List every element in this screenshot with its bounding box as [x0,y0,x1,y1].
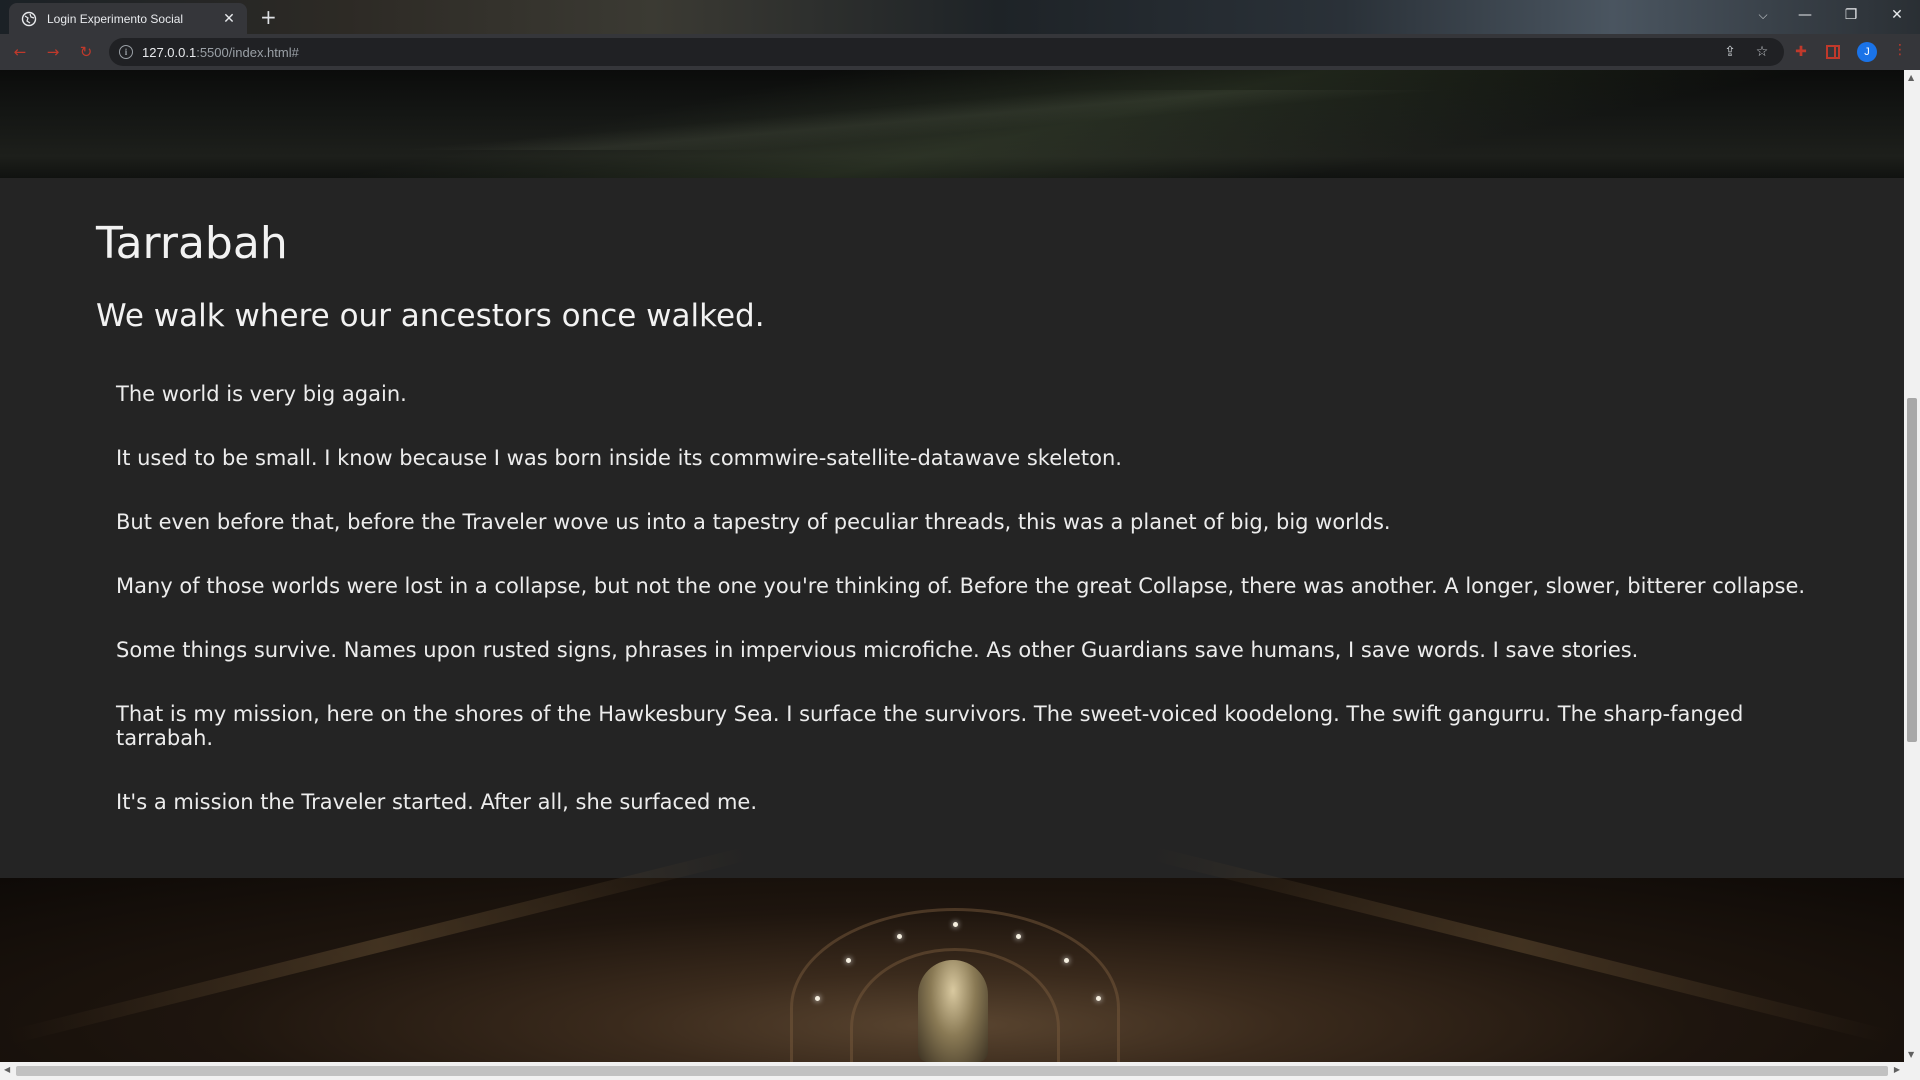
article-body: The world is very big again. It used to … [116,382,1846,854]
ceiling-light [815,996,820,1001]
window-controls: — ❐ ✕ [1782,0,1920,30]
hero-light-streak [320,90,1520,150]
url-text: 127.0.0.1:5500/index.html# [142,45,299,60]
forward-arrow-icon[interactable]: → [41,41,65,63]
article-subtitle: We walk where our ancestors once walked. [96,298,765,334]
vertical-scroll-thumb[interactable] [1907,398,1917,742]
central-statue [918,960,988,1062]
close-window-button[interactable]: ✕ [1874,0,1920,30]
article-title: Tarrabah [96,218,288,269]
ceiling-light [1064,958,1069,963]
site-info-icon[interactable]: i [119,45,133,59]
close-tab-icon[interactable]: ✕ [219,11,239,27]
ceiling-light [897,934,902,939]
back-arrow-icon[interactable]: ← [8,41,32,63]
address-bar[interactable]: i 127.0.0.1:5500/index.html# [109,38,1784,66]
paragraph: Some things survive. Names upon rusted s… [116,638,1639,662]
paragraph: It's a mission the Traveler started. Aft… [116,790,758,814]
extensions-puzzle-icon[interactable]: ✚ [1792,43,1810,61]
scroll-left-arrow-icon[interactable]: ◀ [4,1065,10,1074]
scroll-right-arrow-icon[interactable]: ▶ [1894,1065,1900,1074]
article-section: Tarrabah We walk where our ancestors onc… [0,178,1904,878]
reload-icon[interactable]: ↻ [74,41,98,63]
browser-tab[interactable]: Login Experimento Social ✕ [9,3,247,34]
new-tab-button[interactable]: + [260,5,277,29]
url-path: :5500/index.html# [196,44,299,60]
restore-button[interactable]: ❐ [1828,0,1874,30]
minimize-button[interactable]: — [1782,0,1828,30]
horizontal-scrollbar[interactable]: ◀ ▶ [0,1062,1920,1080]
top-hero-image [0,70,1904,178]
ceiling-light [1016,934,1021,939]
page-viewport: Tarrabah We walk where our ancestors onc… [0,70,1904,1062]
tab-title: Login Experimento Social [47,11,184,26]
vertical-scrollbar[interactable]: ▲ ▼ [1904,70,1920,1062]
more-menu-icon[interactable]: ⋮ [1893,42,1907,58]
ceiling-light [846,958,851,963]
profile-avatar[interactable]: J [1857,42,1877,62]
browser-titlebar: Login Experimento Social ✕ + ⌵ — ❐ ✕ [0,0,1920,34]
paragraph: That is my mission, here on the shores o… [116,702,1744,750]
bookmark-star-icon[interactable]: ☆ [1753,44,1771,60]
scroll-up-arrow-icon[interactable]: ▲ [1908,73,1914,82]
horizontal-scroll-thumb[interactable] [16,1066,1888,1076]
paragraph: It used to be small. I know because I wa… [116,446,1122,470]
scroll-down-arrow-icon[interactable]: ▼ [1908,1050,1914,1059]
tab-search-chevron-icon[interactable]: ⌵ [1748,2,1778,28]
paragraph: But even before that, before the Travele… [116,510,1391,534]
paragraph: The world is very big again. [116,382,407,406]
globe-icon [21,11,37,26]
paragraph: Many of those worlds were lost in a coll… [116,574,1806,598]
browser-toolbar: ← → ↻ i 127.0.0.1:5500/index.html# ⇪ ☆ ✚… [0,34,1920,70]
bottom-hero-image [0,846,1904,1062]
ceiling-light [953,922,958,927]
ceiling-light [1096,996,1101,1001]
side-panel-icon[interactable] [1824,43,1842,61]
share-icon[interactable]: ⇪ [1721,44,1739,60]
url-host: 127.0.0.1 [142,44,197,60]
